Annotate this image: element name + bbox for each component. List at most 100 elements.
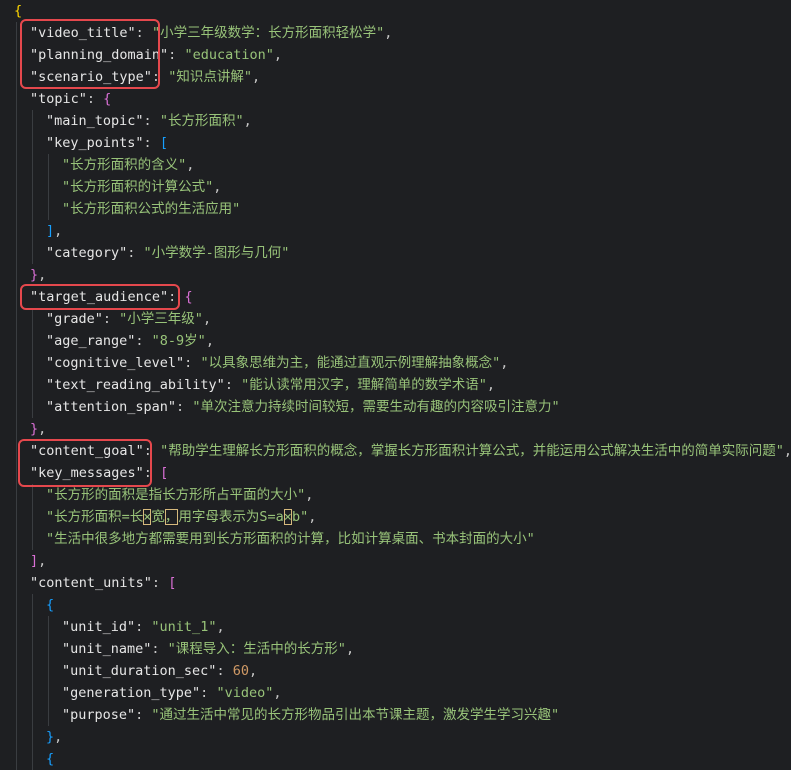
json-punctuation: [ (168, 575, 177, 591)
json-punctuation: , (213, 179, 222, 195)
json-punctuation: : (151, 69, 169, 85)
indent-guide (32, 528, 33, 550)
json-punctuation: : (135, 619, 152, 635)
code-line: "grade": "小学三年级", (0, 308, 791, 330)
indent-guide (16, 242, 17, 264)
code-line: "attention_span": "单次注意力持续时间较短，需要生动有趣的内容… (0, 396, 791, 418)
json-punctuation: , (273, 685, 282, 701)
indent-guide (16, 396, 17, 418)
json-key: "category" (46, 245, 128, 261)
json-punctuation: , (486, 377, 495, 393)
code-line: "content_units": [ (0, 572, 791, 594)
indent-guide (16, 440, 17, 462)
json-punctuation: { (46, 597, 55, 613)
indent-guide (32, 220, 33, 242)
json-punctuation: , (248, 663, 258, 679)
code-line: "长方形面积公式的生活应用" (0, 198, 791, 220)
json-punctuation: : (135, 25, 152, 41)
json-punctuation: : (151, 575, 169, 591)
indent-guide (32, 660, 33, 682)
indent-guide (32, 176, 33, 198)
json-key: "cognitive_level" (46, 355, 185, 371)
code-line: "topic": { (0, 88, 791, 110)
code-line: "planning_domain": "education", (0, 44, 791, 66)
indent-guide (16, 66, 17, 88)
json-string: "长方形面积=长 (46, 509, 144, 525)
json-key: "generation_type" (62, 685, 201, 701)
json-key: "unit_name" (62, 641, 152, 657)
indent-guide (32, 154, 33, 176)
code-line: "unit_name": "课程导入：生活中的长方形", (0, 638, 791, 660)
json-string: "小学数学-图形与几何" (143, 245, 290, 261)
json-punctuation: , (308, 509, 317, 525)
indent-guide (32, 352, 33, 374)
json-key: "unit_id" (62, 619, 136, 635)
json-string: "生活中很多地方都需要用到长方形面积的计算，比如计算桌面、书本封面的大小" (46, 531, 535, 547)
json-punctuation: : (200, 685, 217, 701)
json-punctuation: : (143, 135, 160, 151)
json-key: "target_audience" (30, 289, 169, 305)
json-string: "8-9岁" (151, 333, 206, 349)
code-line: "unit_duration_sec": 60, (0, 660, 791, 682)
json-punctuation: : (151, 641, 168, 657)
json-key: "age_range" (46, 333, 136, 349)
json-key: "key_messages" (30, 465, 144, 481)
code-editor[interactable]: {"video_title": "小学三年级数学：长方形面积轻松学", "plan… (0, 0, 791, 770)
json-punctuation: } (30, 421, 39, 437)
json-punctuation: : (168, 47, 185, 63)
json-key: "content_units" (30, 575, 152, 591)
code-line: "长方形面积=长×宽，用字母表示为S=a×b", (0, 506, 791, 528)
json-string: 宽 (151, 509, 165, 525)
json-string: ， (164, 509, 179, 525)
json-punctuation: : (143, 113, 160, 129)
json-punctuation: : (224, 377, 242, 393)
code-line: { (0, 748, 791, 770)
indent-guide (16, 682, 17, 704)
json-string: "小学三年级" (119, 311, 203, 327)
json-key: "main_topic" (46, 113, 144, 129)
json-key: "text_reading_ability" (46, 377, 225, 393)
indent-guide (16, 748, 17, 770)
indent-guide (16, 660, 17, 682)
code-line: }, (0, 726, 791, 748)
json-string: "课程导入：生活中的长方形" (167, 641, 346, 657)
indent-guide (32, 242, 33, 264)
code-line: "cognitive_level": "以具象思维为主，能通过直观示例理解抽象概… (0, 352, 791, 374)
json-string: × (283, 509, 292, 525)
json-punctuation: : (135, 333, 152, 349)
indent-guide (32, 374, 33, 396)
indent-guide (16, 132, 17, 154)
indent-guide (16, 198, 17, 220)
json-punctuation: : (143, 465, 161, 481)
indent-guide (16, 616, 17, 638)
indent-guide (16, 638, 17, 660)
json-string: b" (291, 509, 309, 525)
indent-guide (16, 462, 17, 484)
json-key: "grade" (46, 311, 103, 327)
json-key: "content_goal" (30, 443, 144, 459)
json-string: "单次注意力持续时间较短，需要生动有趣的内容吸引注意力" (192, 399, 560, 415)
code-line: "长方形面积的含义", (0, 154, 791, 176)
code-line: "age_range": "8-9岁", (0, 330, 791, 352)
indent-guide (48, 198, 49, 220)
code-line: ], (0, 220, 791, 242)
indent-guide (32, 704, 33, 726)
indent-guide (16, 220, 17, 242)
json-punctuation: : (143, 443, 161, 459)
json-punctuation: : (127, 245, 144, 261)
indent-guide (16, 528, 17, 550)
code-line: { (0, 0, 791, 22)
indent-guide (48, 682, 49, 704)
json-string: "长方形面积的计算公式" (62, 179, 214, 195)
indent-guide (32, 638, 33, 660)
indent-guide (16, 44, 17, 66)
code-line: }, (0, 418, 791, 440)
indent-guide (32, 132, 33, 154)
indent-guide (32, 506, 33, 528)
code-line: "长方形的面积是指长方形所占平面的大小", (0, 484, 791, 506)
json-key: "planning_domain" (30, 47, 169, 63)
code-line: "生活中很多地方都需要用到长方形面积的计算，比如计算桌面、书本封面的大小" (0, 528, 791, 550)
json-punctuation: , (54, 223, 63, 239)
code-line: "text_reading_ability": "能认读常用汉字，理解简单的数学… (0, 374, 791, 396)
json-string: "长方形的面积是指长方形所占平面的大小" (46, 487, 306, 503)
